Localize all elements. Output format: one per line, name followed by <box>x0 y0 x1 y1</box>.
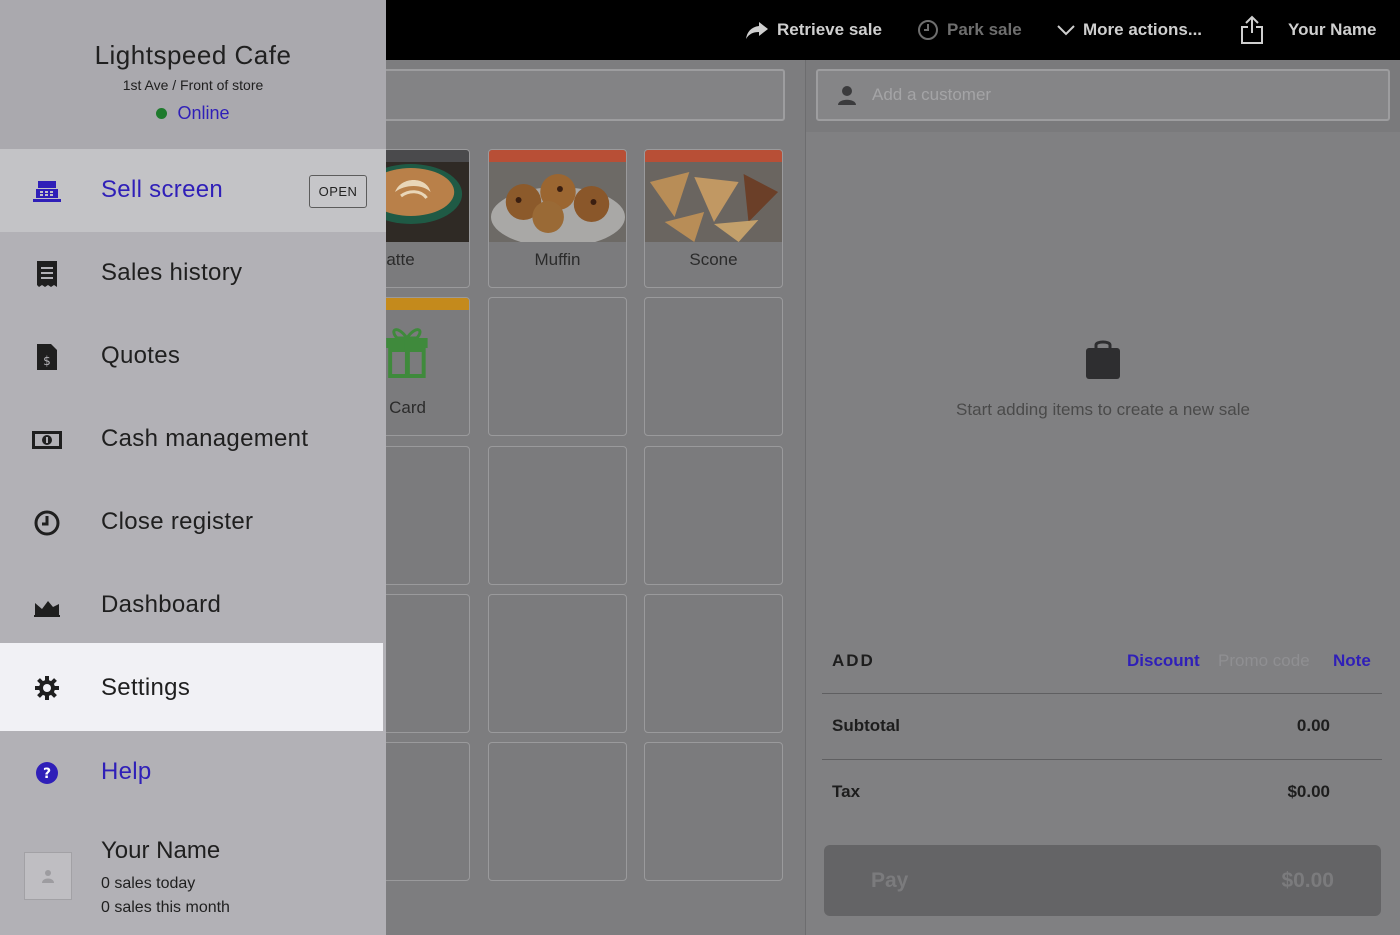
muffin-image <box>489 162 626 242</box>
menu-item-close-register[interactable]: Close register <box>0 481 386 564</box>
retrieve-sale-button[interactable]: Retrieve sale <box>745 0 882 60</box>
empty-tile[interactable] <box>488 742 627 881</box>
user-name-label: Your Name <box>1288 20 1377 39</box>
empty-sale-message: Start adding items to create a new sale <box>956 400 1250 419</box>
avatar <box>24 852 72 900</box>
tile-color-bar <box>489 150 626 162</box>
tax-label: Tax <box>832 782 861 801</box>
empty-tile[interactable] <box>488 446 627 585</box>
menu-item-label: Sales history <box>101 259 243 286</box>
add-label: ADD <box>832 651 875 670</box>
user-summary[interactable]: Your Name 0 sales today 0 sales this mon… <box>0 820 386 935</box>
product-tile-scone[interactable]: Scone <box>644 149 783 288</box>
navigation-drawer: Lightspeed Cafe 1st Ave / Front of store… <box>0 0 386 935</box>
panel-divider <box>805 60 806 935</box>
area-chart-icon <box>30 591 64 621</box>
clock-icon <box>918 20 938 40</box>
user-name: Your Name <box>101 837 221 864</box>
svg-text:$: $ <box>43 354 51 368</box>
park-sale-label: Park sale <box>947 20 1022 39</box>
shopping-bag-icon <box>1086 340 1120 379</box>
discount-link[interactable]: Discount <box>1127 651 1200 671</box>
menu-item-label: Close register <box>101 508 254 535</box>
promo-code-link[interactable]: Promo code <box>1218 651 1310 671</box>
pay-amount: $0.00 <box>1281 869 1334 892</box>
store-location: 1st Ave / Front of store <box>122 77 264 93</box>
empty-tile[interactable] <box>644 297 783 436</box>
tax-value: $0.00 <box>1287 782 1330 801</box>
subtotal-label: Subtotal <box>832 716 900 735</box>
sales-month: 0 sales this month <box>101 899 230 916</box>
connection-status: Online <box>0 103 386 124</box>
chevron-down-icon <box>1057 25 1075 36</box>
svg-text:?: ? <box>43 766 51 782</box>
register-icon <box>30 176 64 206</box>
retrieve-sale-label: Retrieve sale <box>777 20 882 39</box>
menu-item-label: Settings <box>101 674 191 701</box>
menu-item-label: Cash management <box>101 425 309 452</box>
user-menu-button[interactable]: Your Name <box>1288 0 1377 60</box>
menu-item-label: Sell screen <box>101 176 224 203</box>
menu-item-cash-management[interactable]: Cash management <box>0 398 386 481</box>
export-button[interactable] <box>1240 0 1264 60</box>
menu-item-help[interactable]: ? Help <box>0 731 386 814</box>
quote-document-icon: $ <box>30 342 64 372</box>
add-customer-field[interactable]: Add a customer <box>816 69 1390 121</box>
menu-item-settings[interactable]: Settings <box>0 643 383 731</box>
empty-tile[interactable] <box>488 594 627 733</box>
add-options-row: ADD Discount Promo code Note <box>822 640 1382 694</box>
store-header: Lightspeed Cafe 1st Ave / Front of store… <box>0 0 386 149</box>
store-name: Lightspeed Cafe <box>94 40 292 70</box>
empty-tile[interactable] <box>644 594 783 733</box>
tax-row: Tax $0.00 <box>822 760 1382 826</box>
clock-icon <box>30 508 64 538</box>
menu-item-label: Help <box>101 758 152 785</box>
scone-image <box>645 162 782 242</box>
help-icon: ? <box>30 758 64 788</box>
person-icon <box>838 86 856 105</box>
more-actions-label: More actions... <box>1083 20 1203 39</box>
gear-icon <box>30 673 64 703</box>
pay-label: Pay <box>871 869 909 892</box>
menu-item-quotes[interactable]: $ Quotes <box>0 315 386 398</box>
empty-tile[interactable] <box>644 446 783 585</box>
status-label: Online <box>177 103 230 123</box>
empty-tile[interactable] <box>644 742 783 881</box>
share-arrow-icon <box>746 22 768 39</box>
empty-tile[interactable] <box>488 297 627 436</box>
pay-button[interactable]: Pay $0.00 <box>824 845 1381 916</box>
menu-item-dashboard[interactable]: Dashboard <box>0 564 386 647</box>
park-sale-button[interactable]: Park sale <box>917 0 1022 60</box>
upload-share-icon <box>1241 15 1263 44</box>
menu-item-sales-history[interactable]: Sales history <box>0 232 386 315</box>
product-search-input[interactable] <box>360 69 785 121</box>
subtotal-row: Subtotal 0.00 <box>822 694 1382 760</box>
add-customer-placeholder: Add a customer <box>872 85 992 104</box>
receipt-icon <box>30 259 64 289</box>
online-dot-icon <box>156 108 168 119</box>
sales-today: 0 sales today <box>101 875 196 892</box>
cash-icon <box>30 425 64 455</box>
product-label: Scone <box>689 250 738 269</box>
product-label: Muffin <box>534 250 581 269</box>
note-link[interactable]: Note <box>1333 651 1371 671</box>
subtotal-value: 0.00 <box>1296 716 1330 735</box>
more-actions-button[interactable]: More actions... <box>1057 0 1202 60</box>
menu-item-label: Dashboard <box>101 591 222 618</box>
product-tile-muffin[interactable]: Muffin <box>488 149 627 288</box>
person-icon <box>42 870 54 883</box>
menu-item-label: Quotes <box>101 342 181 369</box>
tile-color-bar <box>645 150 782 162</box>
register-open-badge: OPEN <box>309 175 367 208</box>
